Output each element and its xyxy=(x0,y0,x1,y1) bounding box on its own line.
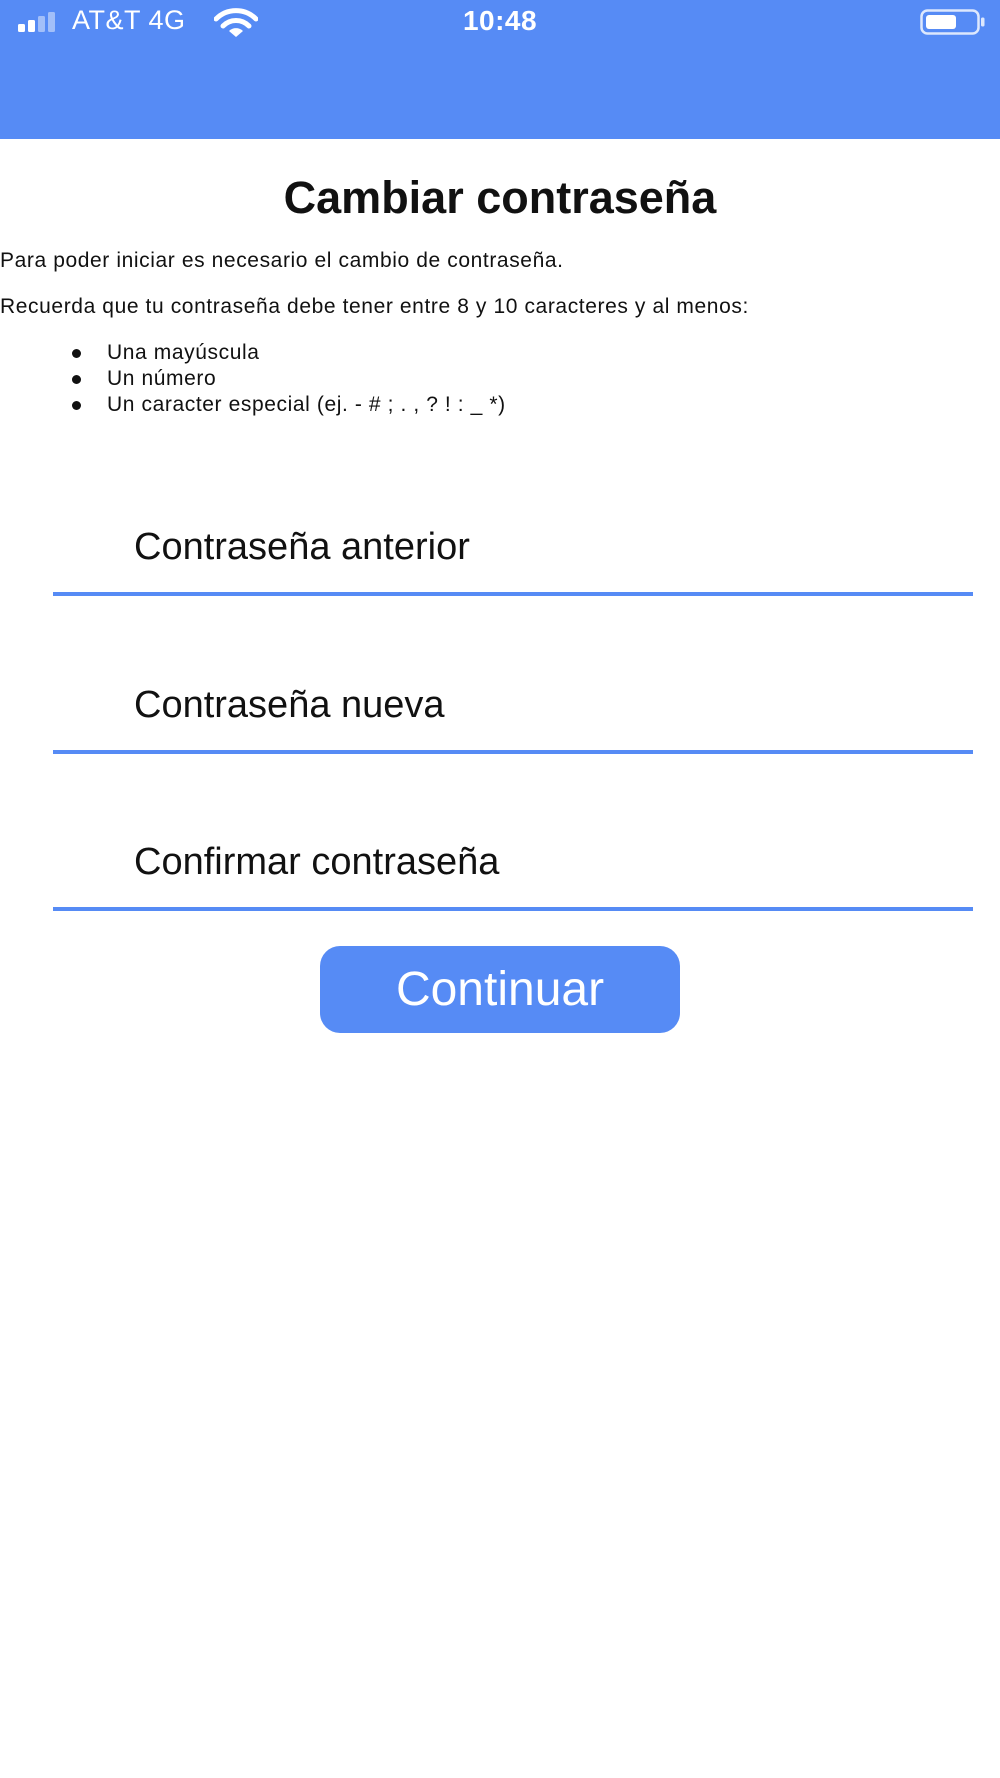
requirements-intro-text: Recuerda que tu contraseña debe tener en… xyxy=(0,295,749,318)
continue-button[interactable]: Continuar xyxy=(320,946,680,1033)
new-password-field xyxy=(53,660,973,754)
bullet-icon xyxy=(72,401,81,410)
app-header: AT&T 4G 10:48 xyxy=(0,0,1000,139)
list-item: Un caracter especial (ej. - # ; . , ? ! … xyxy=(70,392,506,418)
requirement-number: Un número xyxy=(107,367,217,390)
old-password-field xyxy=(53,502,973,596)
old-password-input[interactable] xyxy=(53,502,973,592)
bullet-icon xyxy=(72,375,81,384)
requirement-uppercase: Una mayúscula xyxy=(107,341,260,364)
status-time: 10:48 xyxy=(462,5,538,36)
requirement-special-character: Un caracter especial (ej. - # ; . , ? ! … xyxy=(107,393,506,416)
confirm-password-input[interactable] xyxy=(53,817,973,907)
list-item: Una mayúscula xyxy=(70,340,506,366)
list-item: Un número xyxy=(70,366,506,392)
bullet-icon xyxy=(72,349,81,358)
confirm-password-field xyxy=(53,817,973,911)
password-requirements-list: Una mayúscula Un número Un caracter espe… xyxy=(70,340,506,418)
new-password-input[interactable] xyxy=(53,660,973,750)
intro-text: Para poder iniciar es necesario el cambi… xyxy=(0,249,564,272)
battery-icon xyxy=(920,9,985,35)
page-title: Cambiar contraseña xyxy=(283,172,717,223)
status-bar: AT&T 4G 10:48 xyxy=(0,0,1000,46)
